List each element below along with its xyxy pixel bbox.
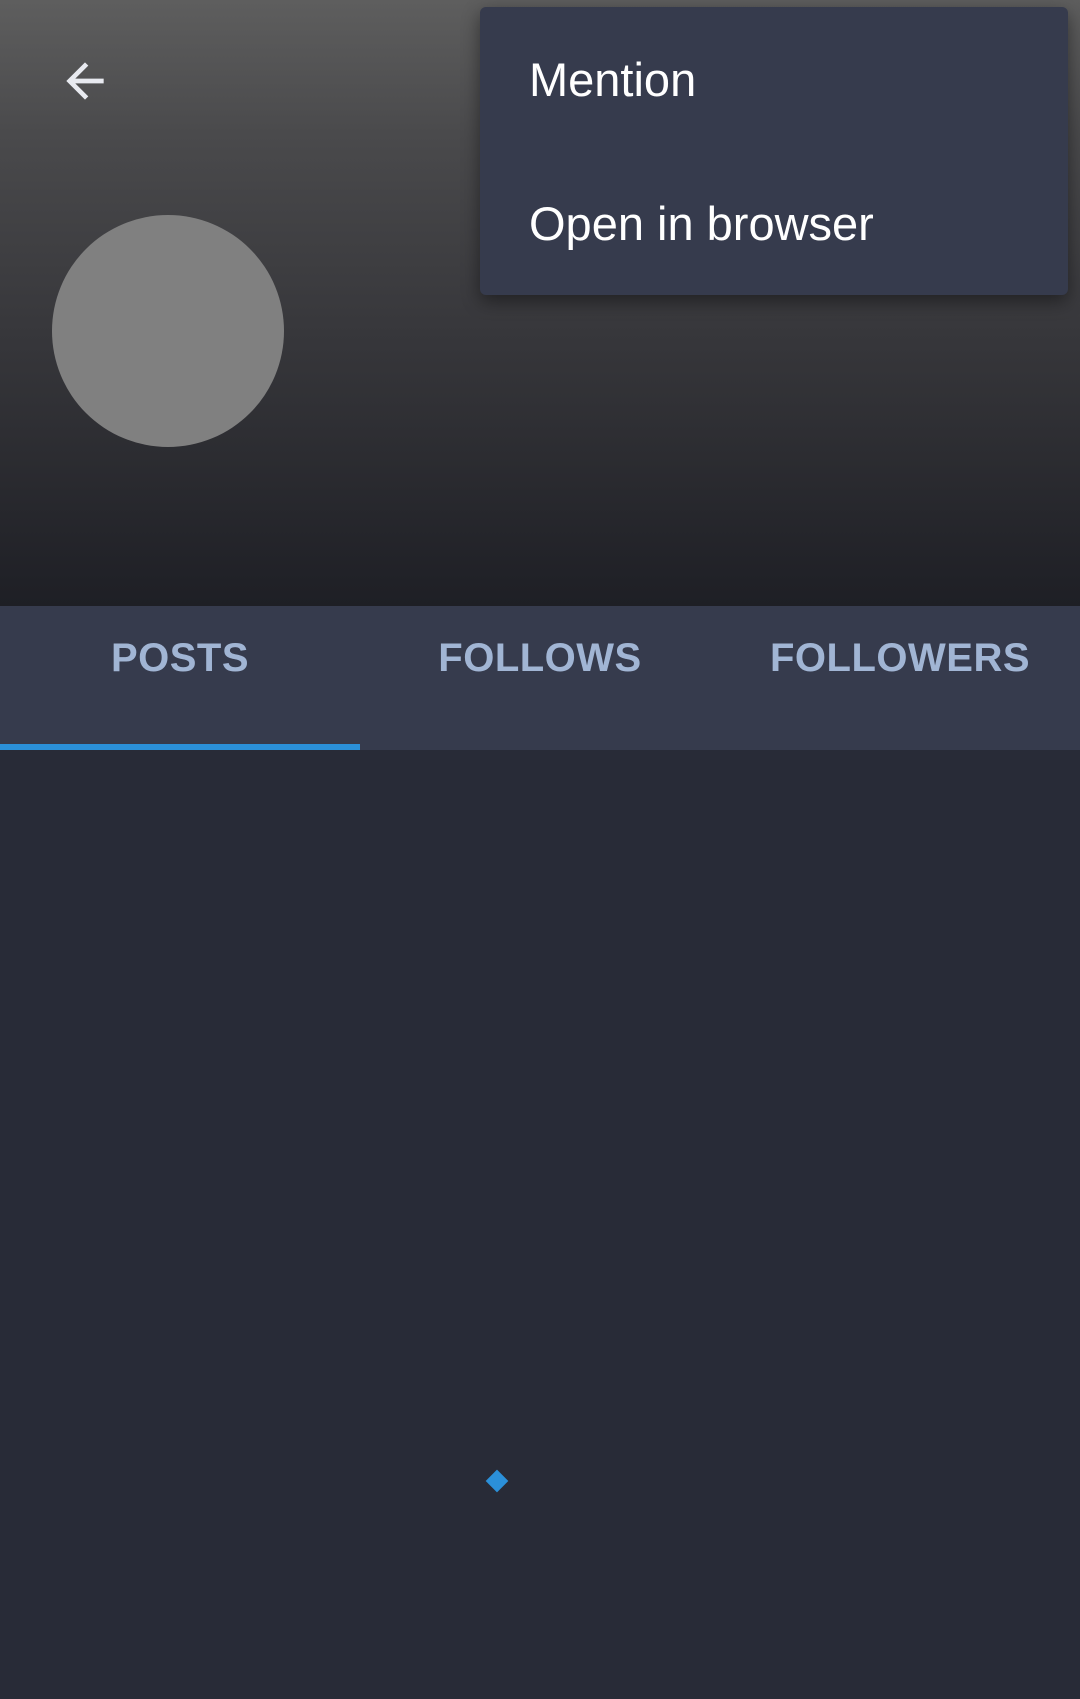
menu-item-open-in-browser[interactable]: Open in browser xyxy=(480,151,1068,295)
menu-item-label: Mention xyxy=(529,52,697,106)
menu-item-label: Open in browser xyxy=(529,196,874,250)
tab-posts-label: POSTS xyxy=(110,636,250,680)
tab-posts[interactable]: POSTS xyxy=(0,606,360,750)
menu-item-mention[interactable]: Mention xyxy=(480,7,1068,151)
overflow-menu: Mention Open in browser xyxy=(480,7,1068,295)
tab-followers-label: FOLLOWERS xyxy=(769,636,1031,680)
loading-spinner-icon xyxy=(485,1469,509,1493)
tab-follows-label: FOLLOWS xyxy=(438,636,642,680)
tab-followers[interactable]: FOLLOWERS xyxy=(720,606,1080,750)
avatar xyxy=(52,215,284,447)
posts-content xyxy=(0,750,1080,1699)
profile-tabs: POSTS FOLLOWS FOLLOWERS xyxy=(0,606,1080,750)
arrow-left-icon xyxy=(66,62,104,100)
tab-follows[interactable]: FOLLOWS xyxy=(360,606,720,750)
back-button[interactable] xyxy=(40,36,130,126)
profile-screen: POSTS FOLLOWS FOLLOWERS Mention Open in … xyxy=(0,0,1080,1699)
